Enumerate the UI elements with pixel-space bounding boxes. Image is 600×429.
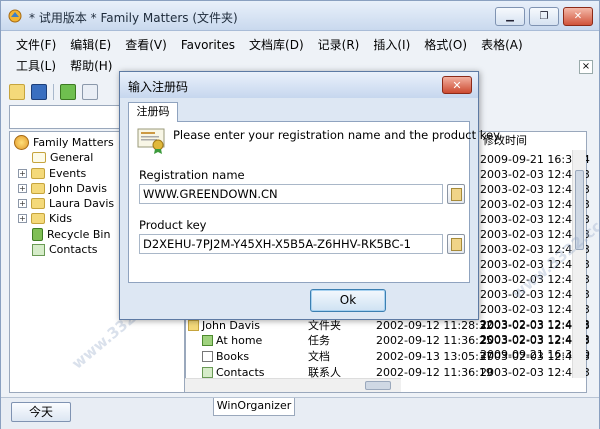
tree-item-recycle-bin[interactable]: Recycle Bin (32, 228, 110, 241)
menu-table[interactable]: 表格(A) (474, 36, 530, 53)
registration-panel: Please enter your registration name and … (128, 121, 502, 283)
table-row[interactable]: At home 任务 2002-09-12 11:36:25 2003-02-0… (186, 333, 590, 349)
folder-icon (31, 168, 45, 179)
expand-icon[interactable]: + (18, 214, 27, 223)
menu-library[interactable]: 文档库(D) (242, 36, 311, 53)
tree-item-label: Kids (49, 212, 72, 225)
app-icon (8, 9, 22, 23)
tree-item-label: Laura Davis (49, 197, 115, 210)
document-icon (202, 351, 213, 362)
menu-record[interactable]: 记录(R) (311, 36, 367, 53)
tab-winorganizer[interactable]: WinOrganizer (213, 398, 295, 416)
menu-format[interactable]: 格式(O) (417, 36, 474, 53)
menu-help[interactable]: 帮助(H) (63, 57, 119, 74)
tree-item-label: Events (49, 167, 87, 180)
registration-name-input[interactable]: WWW.GREENDOWN.CN (139, 184, 443, 204)
menu-file[interactable]: 文件(F) (9, 36, 63, 53)
add-icon[interactable] (60, 84, 76, 100)
paste-icon (451, 238, 462, 251)
dialog-message: Please enter your registration name and … (173, 128, 502, 142)
type-cell: 任务 (308, 334, 330, 347)
tree-root[interactable]: Family Matters (14, 135, 114, 150)
note-folder-icon (32, 152, 46, 163)
expand-icon[interactable]: + (18, 199, 27, 208)
tree-item-kids[interactable]: + Kids (18, 212, 72, 225)
paste-name-button[interactable] (447, 184, 465, 204)
tree-item-label: John Davis (49, 182, 107, 195)
vertical-scrollbar[interactable] (572, 150, 586, 378)
menu-favorites[interactable]: Favorites (174, 38, 242, 52)
tree-item-events[interactable]: + Events (18, 167, 86, 180)
status-bar: 今天 WinOrganizer (1, 397, 599, 429)
paste-icon (451, 188, 462, 201)
scroll-thumb[interactable] (575, 170, 584, 250)
folder-icon (31, 213, 45, 224)
title-bar: * 试用版本 * Family Matters (文件夹) ▁ ❐ ✕ (1, 1, 599, 31)
menu-insert[interactable]: 插入(I) (366, 36, 417, 53)
dialog-close-button[interactable]: ✕ (442, 76, 472, 94)
name-cell: At home (202, 333, 302, 349)
minimize-button[interactable]: ▁ (495, 7, 525, 26)
name-cell: John Davis (188, 318, 298, 334)
tree-item-label: General (50, 151, 94, 164)
menu-tools[interactable]: 工具(L) (9, 57, 63, 74)
tree-item-laura-davis[interactable]: + Laura Davis (18, 197, 114, 210)
tree-item-general[interactable]: General (32, 151, 93, 164)
product-key-label: Product key (139, 218, 207, 232)
type-cell: 文档 (308, 350, 330, 363)
tree-root-label: Family Matters (33, 136, 114, 149)
folder-icon (31, 183, 45, 194)
dialog-title: 输入注册码 (128, 80, 189, 94)
folder-icon (188, 320, 199, 331)
type-cell: 文件夹 (308, 319, 341, 332)
tree-item-contacts[interactable]: Contacts (32, 243, 98, 256)
family-icon (14, 135, 29, 150)
tab-registration[interactable]: 注册码 (128, 102, 178, 122)
contacts-icon (202, 367, 213, 378)
horizontal-scrollbar[interactable] (185, 378, 401, 392)
dialog-title-bar: 输入注册码 ✕ (120, 72, 478, 98)
created-cell: 2002-09-12 11:28:32 (376, 319, 493, 332)
tree-item-label: Contacts (49, 243, 98, 256)
expand-icon[interactable]: + (18, 184, 27, 193)
created-cell: 2002-09-12 11:36:25 (376, 334, 493, 347)
certificate-icon (137, 128, 165, 154)
product-key-input[interactable]: D2XEHU-7PJ2M-Y45XH-X5B5A-Z6HHV-RK5BC-1 (139, 234, 443, 254)
task-icon (202, 335, 213, 346)
today-button[interactable]: 今天 (11, 402, 71, 422)
save-icon[interactable] (31, 84, 47, 100)
table-row[interactable]: John Davis 文件夹 2002-09-12 11:28:32 2003-… (186, 318, 590, 334)
scroll-thumb[interactable] (365, 381, 391, 390)
registration-dialog: 输入注册码 ✕ 注册码 Please enter your registrati… (119, 71, 502, 320)
created-cell: 2002-09-13 13:05:37 (376, 350, 493, 363)
name-cell: Books (202, 349, 302, 365)
tree-combo[interactable] (9, 105, 121, 129)
maximize-button[interactable]: ❐ (529, 7, 559, 26)
expand-icon[interactable]: + (18, 169, 27, 178)
paste-key-button[interactable] (447, 234, 465, 254)
table-icon[interactable] (82, 84, 98, 100)
window-title: * 试用版本 * Family Matters (文件夹) (29, 11, 238, 25)
folder-icon (31, 198, 45, 209)
recycle-bin-icon (32, 228, 43, 241)
tree-item-label: Recycle Bin (47, 228, 111, 241)
open-folder-icon[interactable] (9, 84, 25, 100)
menu-view[interactable]: 查看(V) (118, 36, 174, 53)
ok-button[interactable]: Ok (310, 289, 386, 312)
tree-item-john-davis[interactable]: + John Davis (18, 182, 107, 195)
toolbar-separator (53, 84, 54, 100)
menu-edit[interactable]: 编辑(E) (63, 36, 118, 53)
close-button[interactable]: ✕ (563, 7, 593, 26)
contacts-icon (32, 243, 45, 256)
registration-name-label: Registration name (139, 168, 245, 182)
table-row[interactable]: Books 文档 2002-09-13 13:05:37 2003-02-03 … (186, 349, 590, 365)
menu-close-icon[interactable]: × (579, 60, 593, 74)
